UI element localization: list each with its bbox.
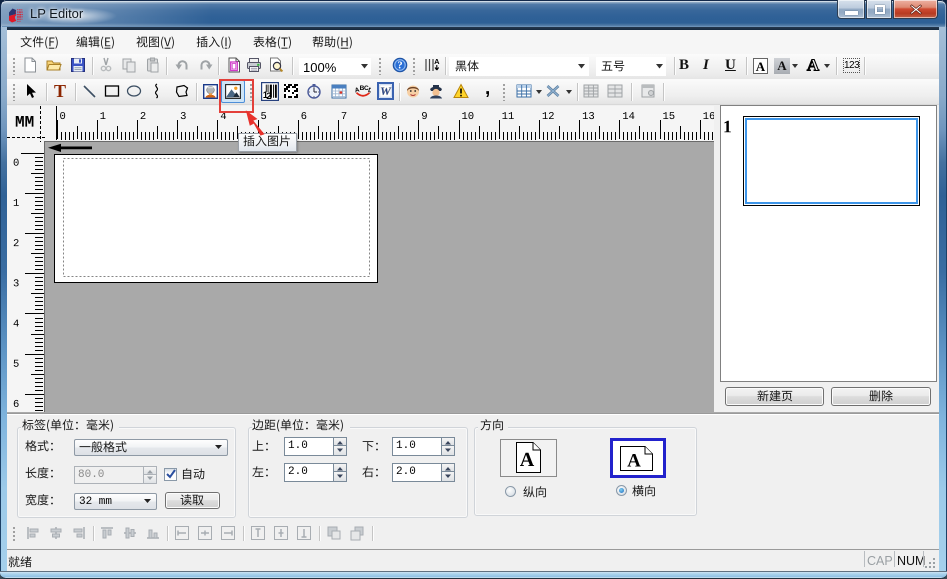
- svg-text:?: ?: [397, 61, 402, 72]
- svg-text:A: A: [807, 56, 820, 74]
- svg-text:A: A: [434, 57, 440, 66]
- svg-text:2: 2: [266, 91, 271, 101]
- svg-text:W: W: [380, 84, 392, 98]
